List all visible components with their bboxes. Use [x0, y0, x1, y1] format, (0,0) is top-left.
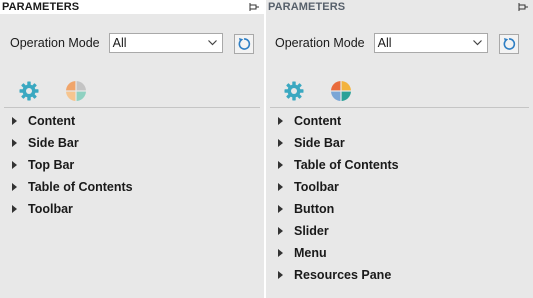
tree-item-label: Toolbar [28, 202, 73, 216]
refresh-button[interactable] [499, 34, 519, 54]
tree-item[interactable]: Side Bar [12, 132, 133, 154]
tree-item-label: Button [294, 202, 335, 216]
operation-mode-label: Operation Mode [275, 36, 365, 50]
tree-item-label: Side Bar [294, 136, 345, 150]
panel-header: PARAMETERS [0, 0, 264, 14]
expand-arrow-icon[interactable] [12, 139, 17, 147]
tree-item[interactable]: Toolbar [278, 176, 399, 198]
pin-icon[interactable] [249, 2, 259, 12]
chevron-down-icon [207, 40, 217, 46]
expand-arrow-icon[interactable] [278, 117, 283, 125]
expand-arrow-icon[interactable] [278, 183, 283, 191]
tree-item-label: Content [28, 114, 76, 128]
panel-title: PARAMETERS [2, 1, 80, 13]
operation-mode-select[interactable]: All [108, 33, 223, 53]
tree-item-label: Resources Pane [294, 268, 392, 282]
divider [4, 107, 260, 108]
tree-item[interactable]: Resources Pane [278, 264, 399, 286]
parameters-panel-left: PARAMETERS Operation Mode All Content Si… [0, 0, 264, 298]
operation-mode-label: Operation Mode [10, 36, 100, 50]
parameters-panel-right: PARAMETERS Operation Mode All Content Si… [266, 0, 533, 298]
tree-item[interactable]: Menu [278, 242, 399, 264]
tree-item-label: Table of Contents [28, 180, 133, 194]
expand-arrow-icon[interactable] [278, 139, 283, 147]
tree-item[interactable]: Top Bar [12, 154, 133, 176]
expand-arrow-icon[interactable] [278, 271, 283, 279]
expand-arrow-icon[interactable] [278, 161, 283, 169]
gear-icon[interactable] [18, 80, 40, 102]
tree-item[interactable]: Side Bar [278, 132, 399, 154]
panel-title: PARAMETERS [268, 1, 346, 13]
tree-item-label: Table of Contents [294, 158, 399, 172]
tree-item[interactable]: Table of Contents [12, 176, 133, 198]
tree-item[interactable]: Content [278, 110, 399, 132]
operation-mode-select[interactable]: All [373, 33, 488, 53]
tree-item[interactable]: Slider [278, 220, 399, 242]
refresh-icon [503, 38, 516, 50]
panel-tabs [283, 78, 373, 104]
tree-item[interactable]: Toolbar [12, 198, 133, 220]
operation-mode-row: Operation Mode All [275, 31, 488, 55]
expand-arrow-icon[interactable] [12, 117, 17, 125]
pie-icon[interactable] [65, 80, 87, 102]
refresh-button[interactable] [234, 34, 254, 54]
tree-item-label: Menu [294, 246, 327, 260]
refresh-icon [238, 38, 251, 50]
panel-header: PARAMETERS [266, 0, 533, 14]
tree-item-label: Content [294, 114, 342, 128]
expand-arrow-icon[interactable] [12, 205, 17, 213]
tree-item-label: Toolbar [294, 180, 339, 194]
expand-arrow-icon[interactable] [12, 161, 17, 169]
operation-mode-row: Operation Mode All [10, 31, 223, 55]
tree-item-label: Slider [294, 224, 329, 238]
property-tree: Content Side Bar Table of Contents Toolb… [278, 110, 399, 286]
tree-item-label: Side Bar [28, 136, 79, 150]
property-tree: Content Side Bar Top Bar Table of Conten… [12, 110, 133, 220]
gear-icon[interactable] [283, 80, 305, 102]
tree-item[interactable]: Table of Contents [278, 154, 399, 176]
operation-mode-value: All [112, 36, 127, 50]
pin-icon[interactable] [518, 2, 528, 12]
expand-arrow-icon[interactable] [278, 249, 283, 257]
expand-arrow-icon[interactable] [278, 205, 283, 213]
expand-arrow-icon[interactable] [12, 183, 17, 191]
pie-icon[interactable] [330, 80, 352, 102]
tree-item-label: Top Bar [28, 158, 75, 172]
expand-arrow-icon[interactable] [278, 227, 283, 235]
tree-item[interactable]: Content [12, 110, 133, 132]
chevron-down-icon [472, 40, 482, 46]
panel-tabs [18, 78, 108, 104]
operation-mode-value: All [377, 36, 392, 50]
tree-item[interactable]: Button [278, 198, 399, 220]
divider [270, 107, 529, 108]
